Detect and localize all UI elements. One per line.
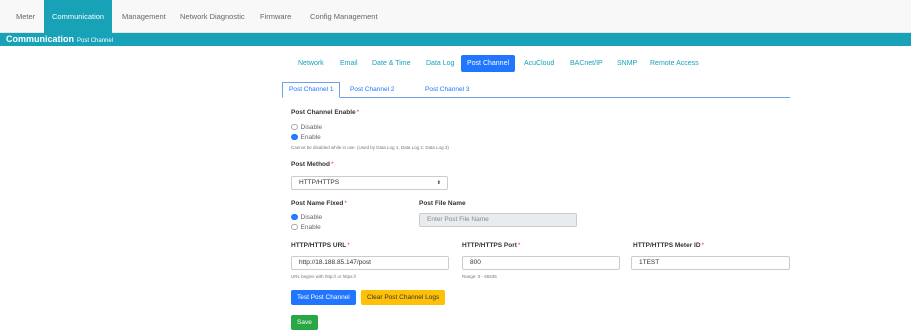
post-method-select[interactable]: HTTP/HTTPS ⬍ <box>291 176 448 190</box>
tab-email[interactable]: Email <box>340 55 358 72</box>
post-channel-enable-label: Post Channel Enable* <box>291 109 360 116</box>
nav-item-network-diagnostic[interactable]: Network Diagnostic <box>180 0 245 33</box>
tab-acucloud[interactable]: AcuCloud <box>524 55 554 72</box>
tab-date-time[interactable]: Date & Time <box>372 55 411 72</box>
tab-data-log[interactable]: Data Log <box>426 55 454 72</box>
test-post-channel-button[interactable]: Test Post Channel <box>291 290 356 305</box>
nav-item-communication[interactable]: Communication <box>44 0 113 33</box>
tab-post-channel-2[interactable]: Post Channel 2 <box>350 82 394 98</box>
page-title-bar: Communication Post Channel <box>0 33 911 46</box>
clear-post-channel-logs-button[interactable]: Clear Post Channel Logs <box>361 290 446 305</box>
page-subtitle: Post Channel <box>77 38 114 44</box>
nav-item-firmware[interactable]: Firmware <box>260 0 291 33</box>
radio-checked-icon <box>291 213 298 220</box>
radio-checked-icon <box>291 133 298 140</box>
radio-unchecked-icon <box>291 123 298 130</box>
tab-bacnet-ip[interactable]: BACnet/IP <box>570 55 603 72</box>
top-navbar: Meter Communication Management Network D… <box>0 0 911 33</box>
enable-help-text: Cannot be disabled while in use. (Used b… <box>291 145 449 150</box>
port-input[interactable]: 800 <box>462 256 620 270</box>
radio-unchecked-icon <box>291 223 298 230</box>
post-method-label: Post Method* <box>291 161 334 168</box>
post-name-fixed-label: Post Name Fixed* <box>291 200 347 207</box>
post-file-name-label: Post File Name <box>419 200 466 207</box>
nav-item-config-management[interactable]: Config Management <box>310 0 378 33</box>
tab-snmp[interactable]: SNMP <box>617 55 637 72</box>
tab-network[interactable]: Network <box>298 55 324 72</box>
tab-post-channel[interactable]: Post Channel <box>461 55 516 72</box>
url-help-text: URL begins with http:// or https:// <box>291 274 357 279</box>
tab-post-channel-3[interactable]: Post Channel 3 <box>425 82 469 98</box>
port-help-text: Range: 0 - 65535 <box>462 274 497 279</box>
select-caret-icon: ⬍ <box>436 180 441 186</box>
port-label: HTTP/HTTPS Port* <box>462 242 521 249</box>
tab-post-channel-1[interactable]: Post Channel 1 <box>282 82 341 98</box>
url-label: HTTP/HTTPS URL* <box>291 242 350 249</box>
nav-item-management[interactable]: Management <box>122 0 166 33</box>
url-input[interactable]: http://18.188.85.147/post <box>291 256 449 270</box>
enable-radio-enable[interactable]: Enable <box>291 133 321 142</box>
save-button[interactable]: Save <box>291 315 318 330</box>
nav-item-meter[interactable]: Meter <box>16 0 35 33</box>
name-fixed-radio-enable[interactable]: Enable <box>291 223 321 232</box>
enable-radio-disable[interactable]: Disable <box>291 123 322 132</box>
tab-remote-access[interactable]: Remote Access <box>650 55 699 72</box>
meter-id-input[interactable]: 1TEST <box>631 256 790 270</box>
name-fixed-radio-disable[interactable]: Disable <box>291 213 322 222</box>
meter-id-label: HTTP/HTTPS Meter ID* <box>633 242 705 249</box>
page-title: Communication <box>6 34 75 44</box>
post-file-name-input[interactable]: Enter Post File Name <box>419 213 577 227</box>
